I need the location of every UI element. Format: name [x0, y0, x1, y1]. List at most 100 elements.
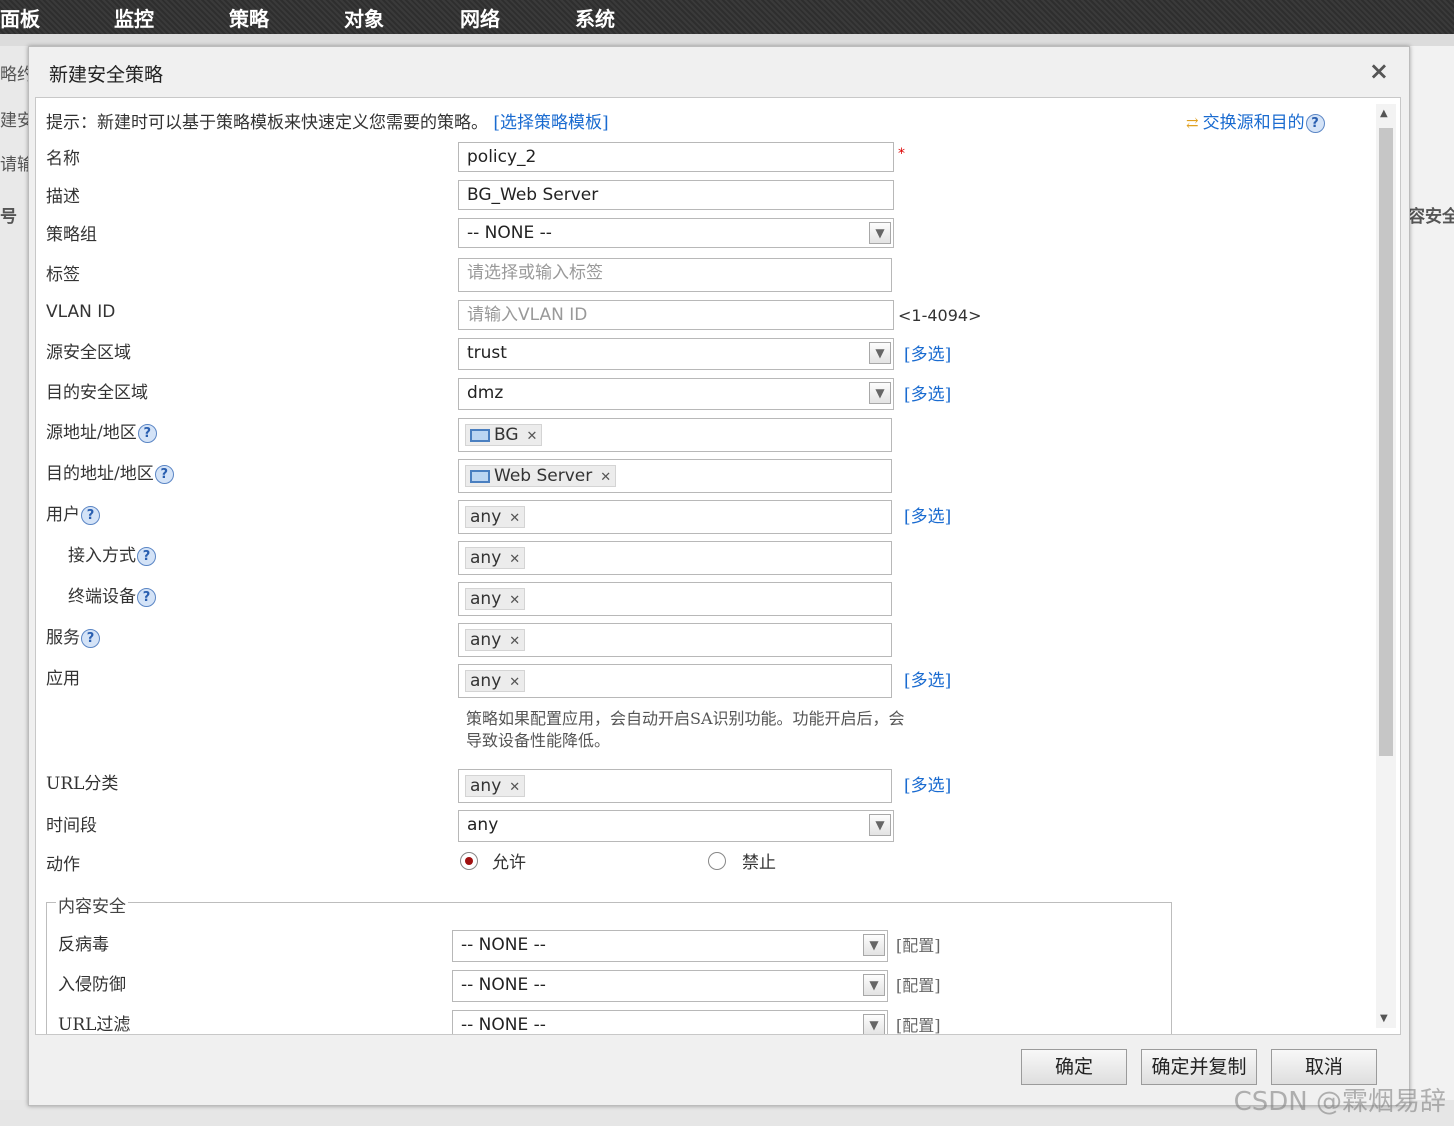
label-service-text: 服务 [46, 628, 80, 648]
intrusion-prevention-config-link[interactable]: [配置] [896, 972, 941, 996]
label-destination-address: 目的地址/地区? [46, 459, 174, 484]
destination-address-input[interactable]: Web Server ✕ [458, 459, 892, 493]
label-description: 描述 [46, 187, 80, 207]
user-input[interactable]: any ✕ [458, 500, 892, 534]
help-icon[interactable]: ? [81, 629, 100, 648]
antivirus-config-link[interactable]: [配置] [896, 932, 941, 956]
url-filter-select[interactable]: -- NONE -- ▼ [452, 1010, 888, 1034]
tags-input[interactable]: 请选择或输入标签 [458, 258, 892, 292]
destination-zone-select[interactable]: dmz ▼ [458, 378, 894, 410]
action-allow-label[interactable]: 允许 [492, 848, 526, 873]
intrusion-prevention-select[interactable]: -- NONE -- ▼ [452, 970, 888, 1002]
help-icon[interactable]: ? [81, 506, 100, 525]
cancel-button[interactable]: 取消 [1271, 1049, 1377, 1085]
label-time-range: 时间段 [46, 816, 97, 836]
user-multi-select-link[interactable]: [多选] [904, 502, 951, 527]
label-service: 服务? [46, 623, 100, 648]
help-icon[interactable]: ? [137, 588, 156, 607]
hint-text: 提示：新建时可以基于策略模板来快速定义您需要的策略。 [46, 113, 488, 133]
scroll-up-arrow-icon[interactable]: ▲ [1380, 108, 1388, 119]
action-allow-radio[interactable] [460, 852, 478, 870]
vertical-scrollbar[interactable]: ▲ ▼ [1376, 104, 1396, 1028]
remove-icon[interactable]: ✕ [509, 552, 520, 567]
application-tag-text: any [470, 671, 502, 691]
antivirus-select[interactable]: -- NONE -- ▼ [452, 930, 888, 962]
bg-fragment-right: 容安全 [1408, 207, 1454, 227]
action-deny-label[interactable]: 禁止 [742, 848, 776, 873]
application-input[interactable]: any ✕ [458, 664, 892, 698]
help-icon[interactable]: ? [137, 547, 156, 566]
menu-policy[interactable]: 策略 [229, 3, 269, 32]
label-policy-group: 策略组 [46, 225, 97, 245]
chevron-down-icon[interactable]: ▼ [863, 974, 885, 996]
url-category-tag: any ✕ [465, 775, 526, 797]
label-terminal-device-text: 终端设备 [68, 587, 136, 607]
destination-address-tag-text: Web Server [494, 466, 593, 486]
application-multi-select-link[interactable]: [多选] [904, 666, 951, 691]
user-tag-text: any [470, 507, 502, 527]
swap-src-dst[interactable]: ⇄ 交换源和目的? [1186, 108, 1325, 133]
help-icon[interactable]: ? [1305, 114, 1325, 133]
policy-group-select[interactable]: -- NONE -- ▼ [458, 218, 894, 248]
policy-group-value: -- NONE -- [467, 223, 552, 243]
chevron-down-icon[interactable]: ▼ [869, 342, 891, 364]
service-input[interactable]: any ✕ [458, 623, 892, 657]
remove-icon[interactable]: ✕ [527, 429, 538, 444]
source-address-input[interactable]: BG ✕ [458, 418, 892, 452]
chevron-down-icon[interactable]: ▼ [863, 1014, 885, 1034]
remove-icon[interactable]: ✕ [509, 780, 520, 795]
destination-zone-multi-select-link[interactable]: [多选] [904, 380, 951, 405]
menu-object[interactable]: 对象 [344, 3, 384, 32]
remove-icon[interactable]: ✕ [509, 634, 520, 649]
access-method-tag-text: any [470, 548, 502, 568]
destination-address-tag: Web Server ✕ [465, 465, 617, 487]
source-zone-multi-select-link[interactable]: [多选] [904, 340, 951, 365]
terminal-device-input[interactable]: any ✕ [458, 582, 892, 616]
access-method-input[interactable]: any ✕ [458, 541, 892, 575]
chevron-down-icon[interactable]: ▼ [863, 934, 885, 956]
close-icon[interactable]: × [1369, 57, 1389, 85]
application-description: 策略如果配置应用，会自动开启SA识别功能。功能开启后，会导致设备性能降低。 [466, 709, 905, 750]
select-template-link[interactable]: [选择策略模板] [493, 113, 608, 133]
description-input[interactable]: BG_Web Server [458, 180, 894, 210]
menu-monitor[interactable]: 监控 [114, 3, 154, 32]
antivirus-value: -- NONE -- [461, 935, 546, 955]
intrusion-prevention-value: -- NONE -- [461, 975, 546, 995]
label-terminal-device: 终端设备? [68, 582, 156, 607]
label-tags: 标签 [46, 265, 80, 285]
action-deny-radio[interactable] [708, 852, 726, 870]
ok-button[interactable]: 确定 [1021, 1049, 1127, 1085]
scroll-thumb[interactable] [1379, 128, 1393, 756]
bg-fragment-2: 建安 [0, 111, 28, 131]
user-tag: any ✕ [465, 506, 526, 528]
background-strip [0, 34, 1454, 46]
menu-panel[interactable]: 面板 [0, 3, 40, 32]
url-category-multi-select-link[interactable]: [多选] [904, 771, 951, 796]
help-icon[interactable]: ? [154, 465, 174, 484]
help-icon[interactable]: ? [137, 424, 157, 443]
ok-and-copy-button[interactable]: 确定并复制 [1141, 1049, 1257, 1085]
source-zone-select[interactable]: trust ▼ [458, 338, 894, 370]
label-destination-zone: 目的安全区域 [46, 383, 148, 403]
top-menu-bar: 面板 监控 策略 对象 网络 系统 [0, 0, 1454, 34]
menu-system[interactable]: 系统 [575, 3, 615, 32]
remove-icon[interactable]: ✕ [509, 593, 520, 608]
scroll-down-arrow-icon[interactable]: ▼ [1380, 1013, 1388, 1024]
source-address-tag: BG ✕ [465, 424, 543, 446]
time-range-select[interactable]: any ▼ [458, 810, 894, 842]
chevron-down-icon[interactable]: ▼ [869, 382, 891, 404]
computer-icon [470, 469, 490, 483]
remove-icon[interactable]: ✕ [509, 511, 520, 526]
url-category-input[interactable]: any ✕ [458, 769, 892, 803]
swap-link[interactable]: 交换源和目的 [1203, 113, 1305, 133]
vlan-id-input[interactable]: 请输入VLAN ID [458, 300, 894, 330]
label-antivirus: 反病毒 [58, 935, 109, 955]
chevron-down-icon[interactable]: ▼ [869, 814, 891, 836]
name-input[interactable]: policy_2 [458, 142, 894, 172]
remove-icon[interactable]: ✕ [600, 470, 611, 485]
chevron-down-icon[interactable]: ▼ [869, 222, 891, 244]
remove-icon[interactable]: ✕ [509, 675, 520, 690]
application-tag: any ✕ [465, 670, 526, 692]
url-filter-config-link[interactable]: [配置] [896, 1012, 941, 1034]
menu-network[interactable]: 网络 [460, 3, 500, 32]
